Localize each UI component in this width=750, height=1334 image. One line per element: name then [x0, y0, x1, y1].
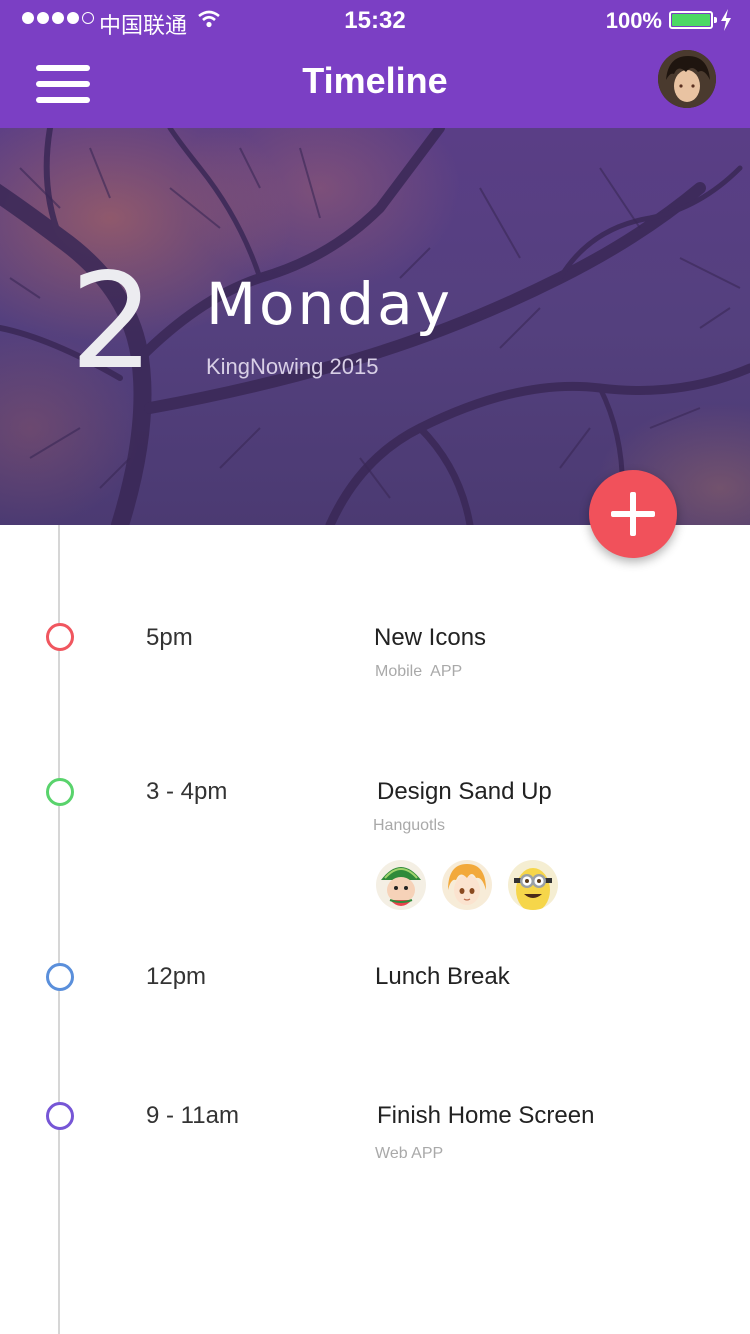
event-title: Lunch Break [375, 963, 510, 990]
event-title: Finish Home Screen [377, 1102, 595, 1129]
event-title: New Icons [374, 624, 487, 651]
battery-percent: 100% [605, 8, 662, 33]
event-marker-icon [46, 623, 74, 651]
date-subtitle: KingNowing 2015 [206, 354, 379, 379]
event-title: Design Sand Up [377, 778, 552, 805]
event-marker-icon [46, 1102, 74, 1130]
page-title: Timeline [302, 60, 448, 101]
event-subtitle: Web APP [375, 1145, 444, 1162]
add-event-button[interactable] [589, 470, 677, 558]
user-avatar[interactable] [658, 50, 716, 108]
nav-bar: Timeline [0, 40, 750, 128]
minion-avatar[interactable] [508, 860, 558, 910]
event-time: 5pm [146, 624, 193, 651]
watermelon-kid-avatar[interactable] [376, 860, 426, 910]
event-marker-icon [46, 963, 74, 991]
status-bar: 中国联通 15:32 100% [0, 0, 750, 40]
date-header: 2 Monday KingNowing 2015 [0, 128, 750, 525]
event-subtitle: Mobile APP [375, 663, 463, 680]
day-name: Monday [206, 270, 453, 338]
event-time: 12pm [146, 963, 207, 990]
charging-bolt-icon [721, 9, 731, 31]
event-marker-icon [46, 778, 74, 806]
event-time: 9 - 11am [146, 1102, 239, 1129]
event-time: 3 - 4pm [146, 778, 228, 805]
event-subtitle: Hanguotls [373, 817, 446, 834]
battery-icon [669, 11, 717, 29]
blonde-anime-avatar[interactable] [442, 860, 492, 910]
day-number: 2 [70, 245, 154, 399]
